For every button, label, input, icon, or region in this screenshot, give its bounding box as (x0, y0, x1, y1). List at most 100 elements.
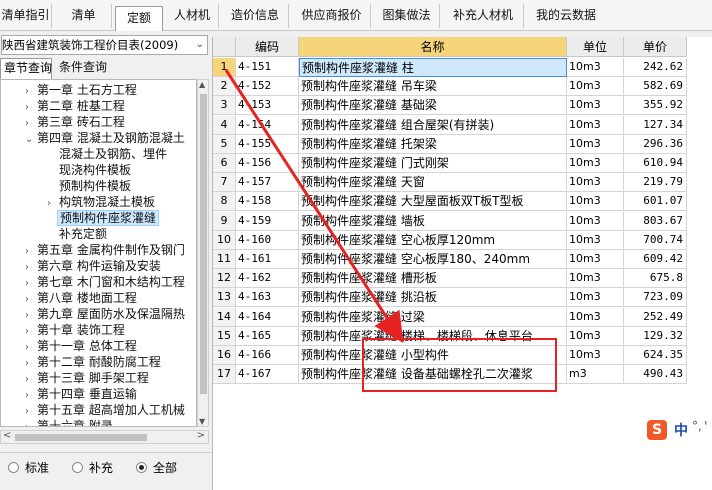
cell-code[interactable]: 4-155 (236, 134, 299, 154)
cell-unit[interactable]: 10m3 (567, 269, 624, 289)
cell-unit[interactable]: 10m3 (567, 134, 624, 154)
row-number[interactable]: 5 (213, 134, 236, 154)
cell-name[interactable]: 预制构件座浆灌缝 大型屋面板双T板T型板 (299, 192, 567, 212)
tab-condition-query[interactable]: 条件查询 (56, 58, 110, 79)
cell-price[interactable]: 355.92 (624, 96, 687, 116)
cell-unit[interactable]: 10m3 (567, 326, 624, 346)
cell-price[interactable]: 610.94 (624, 154, 687, 173)
tree-node[interactable]: › 第十五章 超高增加人工机械 (25, 402, 185, 418)
scroll-down-icon[interactable]: ▼ (199, 417, 205, 426)
cell-price[interactable]: 803.67 (624, 211, 687, 231)
chevron-right-icon[interactable]: › (25, 420, 37, 426)
cell-price[interactable]: 675.8 (624, 269, 687, 289)
cell-code[interactable]: 4-160 (236, 230, 299, 250)
row-number[interactable]: 2 (213, 77, 236, 97)
cell-unit[interactable]: 10m3 (567, 173, 624, 193)
cell-price[interactable]: 242.62 (624, 58, 687, 77)
tree-node[interactable]: 预制构件模板 (59, 178, 131, 194)
tree-node[interactable]: › 第六章 构件运输及安装 (25, 258, 161, 274)
scrollbar-thumb[interactable] (15, 434, 147, 441)
cell-code[interactable]: 4-152 (236, 77, 299, 97)
cell-unit[interactable]: 10m3 (567, 77, 624, 97)
tree-node-expanded[interactable]: ⌄ 第四章 混凝土及钢筋混凝土 (25, 130, 185, 146)
tree-node[interactable]: 混凝土及钢筋、埋件 (59, 146, 167, 162)
row-number[interactable]: 16 (213, 346, 236, 365)
row-number[interactable]: 4 (213, 115, 236, 135)
cell-price[interactable]: 490.43 (624, 365, 687, 385)
cell-unit[interactable]: 10m3 (567, 58, 624, 77)
tree-node[interactable]: › 第十二章 耐酸防腐工程 (25, 354, 161, 370)
cell-price[interactable]: 582.69 (624, 77, 687, 97)
cell-name[interactable]: 预制构件座浆灌缝 槽形板 (299, 269, 567, 289)
cell-unit[interactable]: 10m3 (567, 307, 624, 327)
cell-code[interactable]: 4-154 (236, 115, 299, 135)
cell-price[interactable]: 129.32 (624, 326, 687, 346)
tree-node[interactable]: › 第二章 桩基工程 (25, 98, 125, 114)
cell-unit[interactable]: 10m3 (567, 154, 624, 173)
chevron-down-icon[interactable]: ⌄ (25, 132, 37, 148)
cell-name[interactable]: 预制构件座浆灌缝 柱 (299, 58, 567, 77)
cell-name[interactable]: 预制构件座浆灌缝 门式刚架 (299, 154, 567, 173)
cell-price[interactable]: 127.34 (624, 115, 687, 135)
cell-unit[interactable]: 10m3 (567, 288, 624, 308)
tab-supplier-quote[interactable]: 供应商报价 (293, 4, 371, 28)
cell-unit[interactable]: 10m3 (567, 250, 624, 269)
radio-standard[interactable]: 标准 (8, 461, 49, 475)
tree-node[interactable]: › 第三章 砖石工程 (25, 114, 125, 130)
cell-code[interactable]: 4-165 (236, 326, 299, 346)
column-header-price[interactable]: 单价 (624, 37, 687, 57)
cell-price[interactable]: 296.36 (624, 134, 687, 154)
tab-quota[interactable]: 定额 (115, 6, 163, 32)
ime-status-bar[interactable]: S 中 °, ' (644, 416, 712, 442)
row-number[interactable]: 15 (213, 326, 236, 346)
cell-code[interactable]: 4-151 (236, 58, 299, 77)
ime-punctuation[interactable]: °, (692, 419, 702, 433)
tree-node[interactable]: › 第十一章 总体工程 (25, 338, 137, 354)
tab-bill-guide[interactable]: 清单指引 (0, 4, 52, 28)
radio-dot[interactable] (8, 462, 19, 473)
cell-code[interactable]: 4-166 (236, 346, 299, 365)
cell-unit[interactable]: m3 (567, 365, 624, 385)
column-header-name[interactable]: 名称 (299, 37, 567, 57)
tree-node[interactable]: › 第十四章 垂直运输 (25, 386, 137, 402)
tree-node[interactable]: › 第五章 金属构件制作及钢门 (25, 242, 185, 258)
cell-name[interactable]: 预制构件座浆灌缝 组合屋架(有拼装) (299, 115, 567, 135)
ime-language[interactable]: 中 (674, 420, 688, 440)
scroll-right-icon[interactable]: > (197, 430, 205, 441)
tab-cost-info[interactable]: 造价信息 (222, 4, 289, 28)
tree-node[interactable]: › 第十章 装饰工程 (25, 322, 125, 338)
tab-supplement-material[interactable]: 补充人材机 (443, 4, 524, 28)
row-number[interactable]: 8 (213, 192, 236, 212)
library-select[interactable]: 陕西省建筑装饰工程价目表(2009) ⌄ (1, 35, 208, 55)
tree-node[interactable]: 现浇构件模板 (59, 162, 131, 178)
radio-all[interactable]: 全部 (136, 461, 177, 475)
tree-vertical-scrollbar[interactable]: ▲ ▼ (197, 79, 209, 427)
cell-name[interactable]: 预制构件座浆灌缝 托架梁 (299, 134, 567, 154)
tree-node[interactable]: ›第十六章 附录 (25, 418, 113, 426)
tab-labor-material-machine[interactable]: 人材机 (166, 4, 219, 28)
tab-atlas-method[interactable]: 图集做法 (374, 4, 440, 28)
row-number[interactable]: 9 (213, 211, 236, 231)
row-number[interactable]: 7 (213, 173, 236, 193)
sogou-logo-icon[interactable]: S (647, 420, 667, 440)
cell-name[interactable]: 预制构件座浆灌缝 空心板厚120mm (299, 230, 567, 250)
cell-price[interactable]: 624.35 (624, 346, 687, 365)
cell-code[interactable]: 4-163 (236, 288, 299, 308)
cell-price[interactable]: 609.42 (624, 250, 687, 269)
cell-name[interactable]: 预制构件座浆灌缝 挑沿板 (299, 288, 567, 308)
column-header-code[interactable]: 编码 (236, 37, 299, 57)
scrollbar-thumb[interactable] (200, 94, 207, 394)
cell-unit[interactable]: 10m3 (567, 192, 624, 212)
cell-unit[interactable]: 10m3 (567, 96, 624, 116)
tree-node-selected[interactable]: 预制构件座浆灌缝 (57, 210, 160, 226)
ime-extra[interactable]: ' (704, 420, 708, 435)
cell-price[interactable]: 219.79 (624, 173, 687, 193)
radio-dot[interactable] (72, 462, 83, 473)
row-number[interactable]: 10 (213, 230, 236, 250)
cell-price[interactable]: 601.07 (624, 192, 687, 212)
cell-code[interactable]: 4-153 (236, 96, 299, 116)
row-number[interactable]: 13 (213, 288, 236, 308)
row-number[interactable]: 14 (213, 307, 236, 327)
cell-code[interactable]: 4-159 (236, 211, 299, 231)
tree-node[interactable]: › 构筑物混凝土模板 (47, 194, 155, 210)
